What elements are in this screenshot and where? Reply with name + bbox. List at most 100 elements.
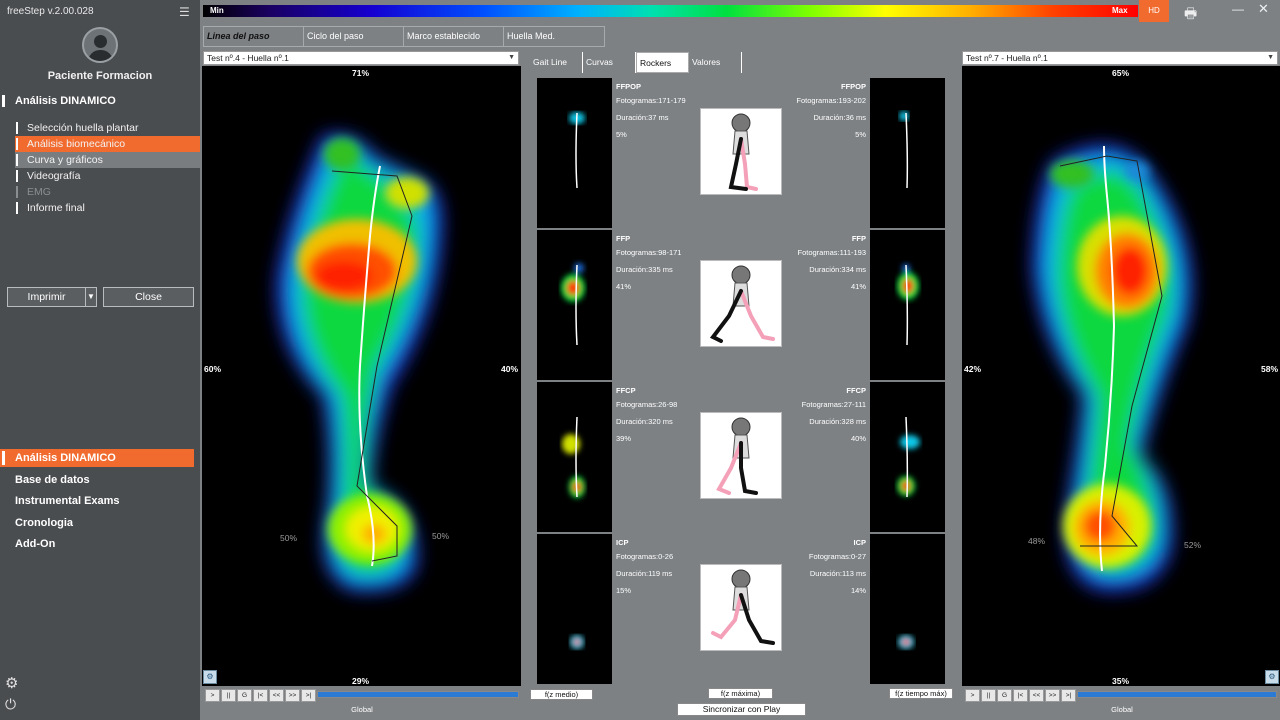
left-left-pct: 60% [204, 364, 222, 374]
rocker-walker-figure [700, 260, 782, 347]
top-bar: Min Max HD 🖶 — ✕ [200, 0, 1280, 22]
app-title: freeStep v.2.00.028 [7, 6, 94, 17]
nav-item-analisis-dinamico[interactable]: Análisis DINAMICO [0, 449, 194, 467]
left-heel-left-pct: 50% [280, 533, 298, 543]
rocker-right-footprint [870, 78, 945, 228]
f-z-maxima-button[interactable]: f(z máxima) [708, 688, 773, 699]
main-tabs: Linea del paso Ciclo del paso Marco esta… [203, 26, 605, 47]
right-first-button[interactable]: |< [1013, 689, 1028, 702]
rocker-left-name: FFP [616, 234, 631, 243]
right-settings-icon[interactable]: ⚙ [1265, 670, 1279, 684]
rocker-left-pct: 39% [616, 434, 632, 443]
right-play-button[interactable]: > [965, 689, 980, 702]
tab-linea-del-paso[interactable]: Linea del paso [204, 27, 304, 46]
tab-rockers[interactable]: Rockers [636, 52, 689, 73]
menu-item-curva-graficos[interactable]: Curva y gráficos [15, 152, 200, 168]
left-forward-button[interactable]: >> [285, 689, 300, 702]
nav-item-instrumental-exams[interactable]: Instrumental Exams [0, 492, 194, 510]
nav-item-add-on[interactable]: Add-On [0, 535, 194, 553]
rocker-walker-figure [700, 108, 782, 195]
nav-item-cronologia[interactable]: Cronologia [0, 514, 194, 532]
printer-icon[interactable]: 🖶 [1184, 3, 1197, 27]
left-global-label: Global [351, 705, 373, 714]
sidebar-menu: Selección huella plantar Análisis biomec… [15, 120, 200, 216]
right-progress-bar[interactable] [1077, 691, 1277, 698]
left-global-button[interactable]: G [237, 689, 252, 702]
close-button[interactable]: Close [103, 287, 194, 307]
tab-marco-establecido[interactable]: Marco establecido [404, 27, 504, 46]
rocker-left-pct: 5% [616, 130, 627, 139]
left-play-button[interactable]: > [205, 689, 220, 702]
rocker-right-frames: Fotogramas:0-27 [808, 552, 866, 561]
menu-item-analisis-biomecanico[interactable]: Análisis biomecánico [15, 136, 200, 152]
left-test-select-value: Test nº.4 - Huella nº.1 [207, 53, 289, 63]
rocker-right-name: FFPOP [840, 82, 866, 91]
right-test-select-value: Test nº.7 - Huella nº.1 [966, 53, 1048, 63]
tab-curvas[interactable]: Curvas [583, 52, 636, 73]
rocker-left-frames: Fotogramas:171-179 [616, 96, 686, 105]
gear-icon[interactable]: ⚙ [5, 674, 18, 692]
rocker-left-frames: Fotogramas:98-171 [616, 248, 682, 257]
right-global-button[interactable]: G [997, 689, 1012, 702]
left-pause-button[interactable]: || [221, 689, 236, 702]
right-footprint-heatmap [1032, 144, 1192, 592]
right-rewind-button[interactable]: << [1029, 689, 1044, 702]
rocker-left-frames: Fotogramas:0-26 [616, 552, 674, 561]
menu-item-videografia[interactable]: Videografía [15, 168, 200, 184]
rocker-right-name: FFP [851, 234, 866, 243]
rocker-walker-figure [700, 564, 782, 651]
menu-item-seleccion-huella[interactable]: Selección huella plantar [15, 120, 200, 136]
right-pause-button[interactable]: || [981, 689, 996, 702]
tab-gait-line[interactable]: Gait Line [530, 52, 583, 73]
patient-name: Paciente Formacion [47, 70, 153, 82]
rocker-right-footprint [870, 382, 945, 532]
rocker-left-duration: Duración:320 ms [616, 417, 673, 426]
chevron-down-icon: ▼ [1267, 54, 1274, 61]
nav-item-base-de-datos[interactable]: Base de datos [0, 471, 194, 489]
hamburger-menu-icon[interactable]: ☰ [179, 5, 190, 19]
rocker-right-pct: 5% [855, 130, 866, 139]
rocker-left-footprint [537, 230, 612, 380]
right-last-button[interactable]: >| [1061, 689, 1076, 702]
f-z-medio-button[interactable]: f(z medio) [530, 689, 593, 700]
left-test-select[interactable]: Test nº.4 - Huella nº.1 ▼ [203, 51, 519, 65]
right-footprint-panel[interactable]: 65% 35% 42% 58% 48% 52% ⚙ [962, 66, 1280, 686]
rocker-right-name: FFCP [846, 386, 866, 395]
right-play-controls: > || G |< << >> >| [965, 689, 1077, 702]
left-last-button[interactable]: >| [301, 689, 316, 702]
rocker-right-pct: 14% [850, 586, 866, 595]
rocker-left-duration: Duración:37 ms [616, 113, 669, 122]
section-title: Análisis DINAMICO [0, 94, 200, 108]
hd-button[interactable]: HD [1139, 0, 1169, 22]
rocker-left-footprint [537, 382, 612, 532]
print-button[interactable]: Imprimir ▼ [7, 287, 97, 307]
left-right-pct: 40% [501, 364, 519, 374]
left-footprint-panel[interactable]: 71% 29% 60% 40% 50% 50% ⚙ [202, 66, 521, 686]
print-dropdown-icon[interactable]: ▼ [85, 288, 96, 306]
power-icon[interactable]: ⏻ [5, 696, 16, 713]
tab-huella-med[interactable]: Huella Med. [504, 27, 604, 46]
rocker-left-pct: 41% [616, 282, 632, 291]
rocker-left-pct: 15% [616, 586, 632, 595]
right-bottom-pct: 35% [1112, 676, 1130, 686]
left-progress-fill [318, 692, 518, 697]
right-right-pct: 58% [1261, 364, 1279, 374]
right-left-pct: 42% [964, 364, 982, 374]
tab-valores[interactable]: Valores [689, 52, 742, 73]
rocker-left-name: ICP [616, 538, 629, 547]
tab-ciclo-del-paso[interactable]: Ciclo del paso [304, 27, 404, 46]
menu-item-informe-final[interactable]: Informe final [15, 200, 200, 216]
left-rewind-button[interactable]: << [269, 689, 284, 702]
scale-min-label: Min [210, 6, 224, 15]
close-icon[interactable]: ✕ [1258, 1, 1269, 17]
rocker-right-footprint [870, 534, 945, 684]
right-test-select[interactable]: Test nº.7 - Huella nº.1 ▼ [962, 51, 1278, 65]
right-heel-left-pct: 48% [1028, 536, 1046, 546]
sync-play-button[interactable]: Sincronizar con Play [677, 703, 806, 716]
left-first-button[interactable]: |< [253, 689, 268, 702]
right-forward-button[interactable]: >> [1045, 689, 1060, 702]
minimize-icon[interactable]: — [1232, 2, 1244, 16]
f-z-tiempo-max-button[interactable]: f(z tiempo máx) [889, 688, 953, 699]
left-progress-bar[interactable] [317, 691, 519, 698]
left-settings-icon[interactable]: ⚙ [203, 670, 217, 684]
